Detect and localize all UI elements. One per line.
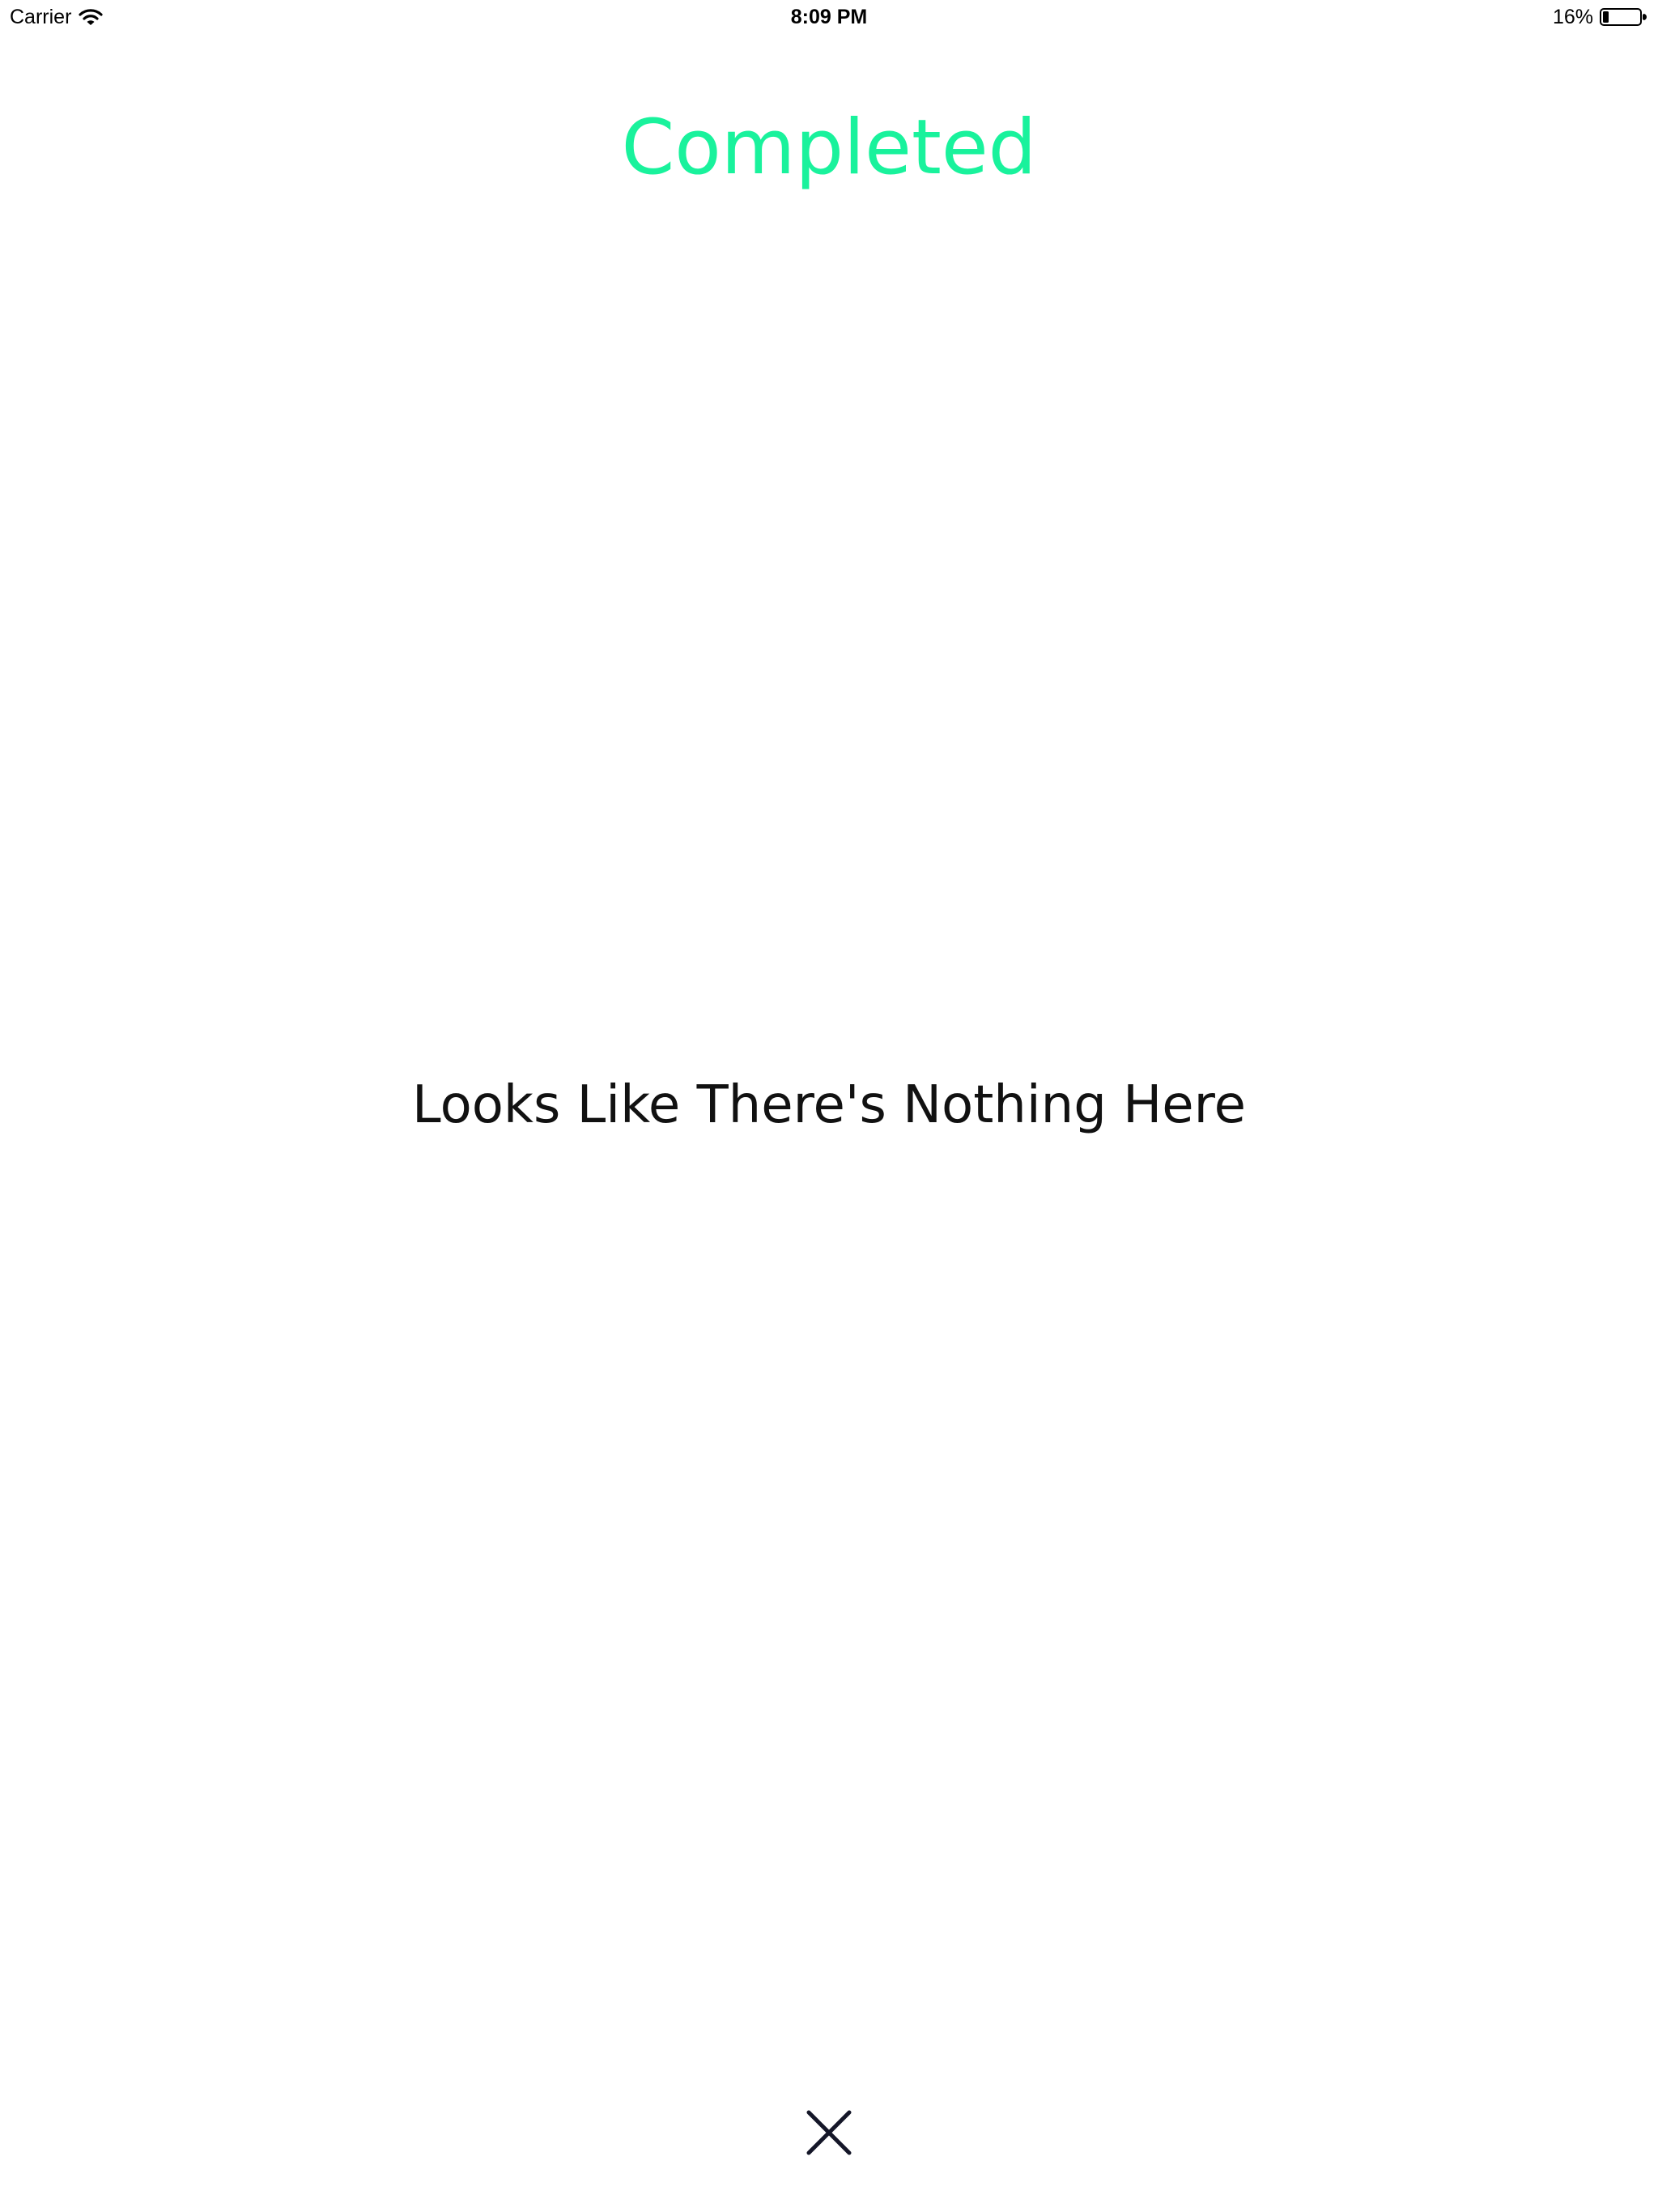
battery-icon: [1600, 8, 1647, 26]
close-button[interactable]: [797, 2100, 861, 2165]
battery-percent: 16%: [1552, 5, 1593, 28]
page-title: Completed: [621, 104, 1037, 192]
status-bar: Carrier 8:09 PM 16%: [0, 0, 1658, 32]
battery-group: 16%: [1553, 3, 1647, 31]
status-time: 8:09 PM: [790, 6, 868, 28]
empty-state-message: Looks Like There's Nothing Here: [412, 1075, 1246, 1135]
close-icon: [806, 2110, 852, 2155]
